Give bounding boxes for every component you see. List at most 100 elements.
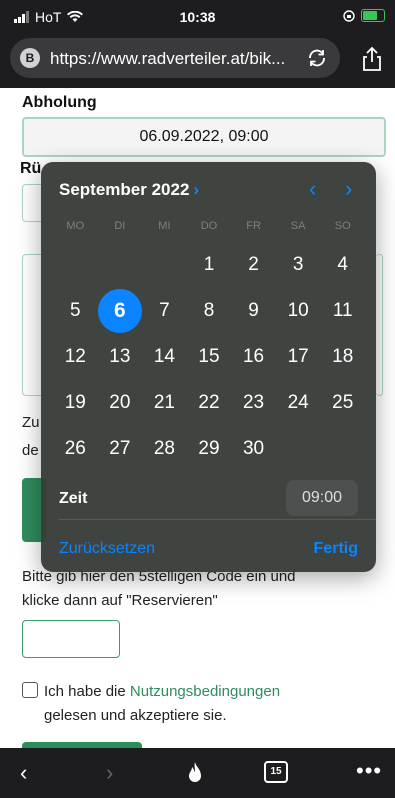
day-cell[interactable]: 9 [231,288,276,334]
address-bar[interactable]: B https://www.radverteiler.at/bik... [10,38,340,78]
terms-prefix: Ich habe die [44,683,130,700]
terms-checkbox-row[interactable]: Ich habe die Nutzungsbedingungen gelesen… [22,680,280,728]
date-picker-popover: September 2022 › ‹ › MO DI MI DO FR SA SO 12345… [41,162,376,572]
day-number: 3 [292,254,304,275]
divider [59,519,376,520]
day-cell-empty [320,426,365,472]
day-number: 9 [248,300,259,321]
day-number: 10 [287,300,309,321]
return-label: Rü [20,160,42,177]
weekday-label: DO [200,220,218,232]
day-cell[interactable]: 5 [53,288,98,334]
forward-button[interactable]: › [106,760,113,786]
code-instruction-2: klicke dann auf "Reservieren" [22,592,218,609]
day-number: 27 [109,438,131,459]
day-cell[interactable]: 28 [142,426,187,472]
code-input[interactable] [22,620,120,658]
time-label: Zeit [59,490,88,507]
month-selector[interactable]: September 2022 › [59,180,199,200]
day-number: 1 [203,254,215,275]
day-number: 14 [153,346,175,367]
terms-suffix: gelesen und akzeptiere sie. [44,707,227,724]
day-cell[interactable]: 24 [276,380,321,426]
more-icon[interactable]: ••• [356,758,382,784]
day-number: 24 [287,392,309,413]
day-cell[interactable]: 27 [98,426,143,472]
notes-textarea-right-edge [376,254,383,396]
terms-checkbox[interactable] [22,682,38,698]
day-cell[interactable]: 11 [320,288,365,334]
tabs-button[interactable]: 15 [264,761,288,783]
back-button[interactable]: ‹ [20,760,27,786]
pickup-datetime-field[interactable]: 06.09.2022, 09:00 [22,117,386,157]
weekday-label: DI [114,220,126,232]
day-cell[interactable]: 4 [320,242,365,288]
day-number: 18 [332,346,354,367]
time-selector[interactable]: 09:00 [286,480,358,516]
weekday-label: FR [246,220,261,232]
day-number: 19 [64,392,86,413]
day-number: 13 [109,346,131,367]
day-cell[interactable]: 19 [53,380,98,426]
day-cell-empty [98,242,143,288]
day-cell[interactable]: 13 [98,334,143,380]
reset-button[interactable]: Zurücksetzen [59,540,155,558]
day-number: 7 [159,300,170,321]
day-cell[interactable]: 7 [142,288,187,334]
day-cell[interactable]: 2 [231,242,276,288]
day-cell[interactable]: 25 [320,380,365,426]
weekday-label: MO [66,220,85,232]
day-number: 17 [287,346,309,367]
day-number: 15 [198,346,220,367]
day-cell[interactable]: 21 [142,380,187,426]
consent-text-fragment-2: de [22,442,39,459]
day-grid: 1 2 3 4 5 6 7 8 9 10 11 12 13 14 15 16 17 18 19 20 21 22 23 24 2… [53,242,365,472]
day-cell[interactable]: 22 [187,380,232,426]
weekday-label: SA [290,220,306,232]
day-number: 2 [248,254,259,275]
status-bar: HoT 10:38 [0,0,395,34]
flame-icon[interactable] [184,761,206,785]
day-number: 12 [64,346,86,367]
next-month-button[interactable]: › [345,176,352,202]
day-cell[interactable]: 3 [276,242,321,288]
day-cell-empty [142,242,187,288]
day-cell[interactable]: 30 [231,426,276,472]
weekday-label: SO [334,220,351,232]
battery-icon [361,9,385,22]
weekday-header: MO DI MI DO FR SA SO [53,220,365,232]
pickup-label: Abholung [22,94,97,111]
day-cell[interactable]: 8 [187,288,232,334]
browser-toolbar: ‹ › 15 ••• [0,748,395,798]
previous-month-button[interactable]: ‹ [309,176,316,202]
day-number: 8 [203,300,215,321]
day-cell[interactable]: 10 [276,288,321,334]
day-cell[interactable]: 17 [276,334,321,380]
day-cell[interactable]: 1 [187,242,232,288]
day-cell[interactable]: 23 [231,380,276,426]
day-number: 11 [332,300,353,321]
day-cell[interactable]: 20 [98,380,143,426]
share-icon[interactable] [361,46,383,72]
day-cell[interactable]: 15 [187,334,232,380]
terms-link[interactable]: Nutzungsbedingungen [130,683,280,700]
url-text[interactable]: https://www.radverteiler.at/bik... [50,49,290,69]
done-button[interactable]: Fertig [314,540,358,558]
day-cell[interactable]: 29 [187,426,232,472]
day-cell[interactable]: 18 [320,334,365,380]
consent-text-fragment-1: Zu [22,414,40,431]
day-number: 16 [242,346,265,367]
day-number: 22 [198,392,220,413]
day-cell[interactable]: 26 [53,426,98,472]
day-number: 5 [69,300,81,321]
day-cell[interactable]: 16 [231,334,276,380]
rotation-lock-icon [343,9,355,22]
day-cell[interactable]: 6 [97,288,143,334]
day-number: 23 [242,392,265,413]
day-number: 4 [337,254,348,275]
day-number: 25 [332,392,354,413]
reload-icon[interactable] [306,47,328,69]
day-number: 26 [64,438,86,459]
day-cell[interactable]: 14 [142,334,187,380]
day-cell[interactable]: 12 [53,334,98,380]
